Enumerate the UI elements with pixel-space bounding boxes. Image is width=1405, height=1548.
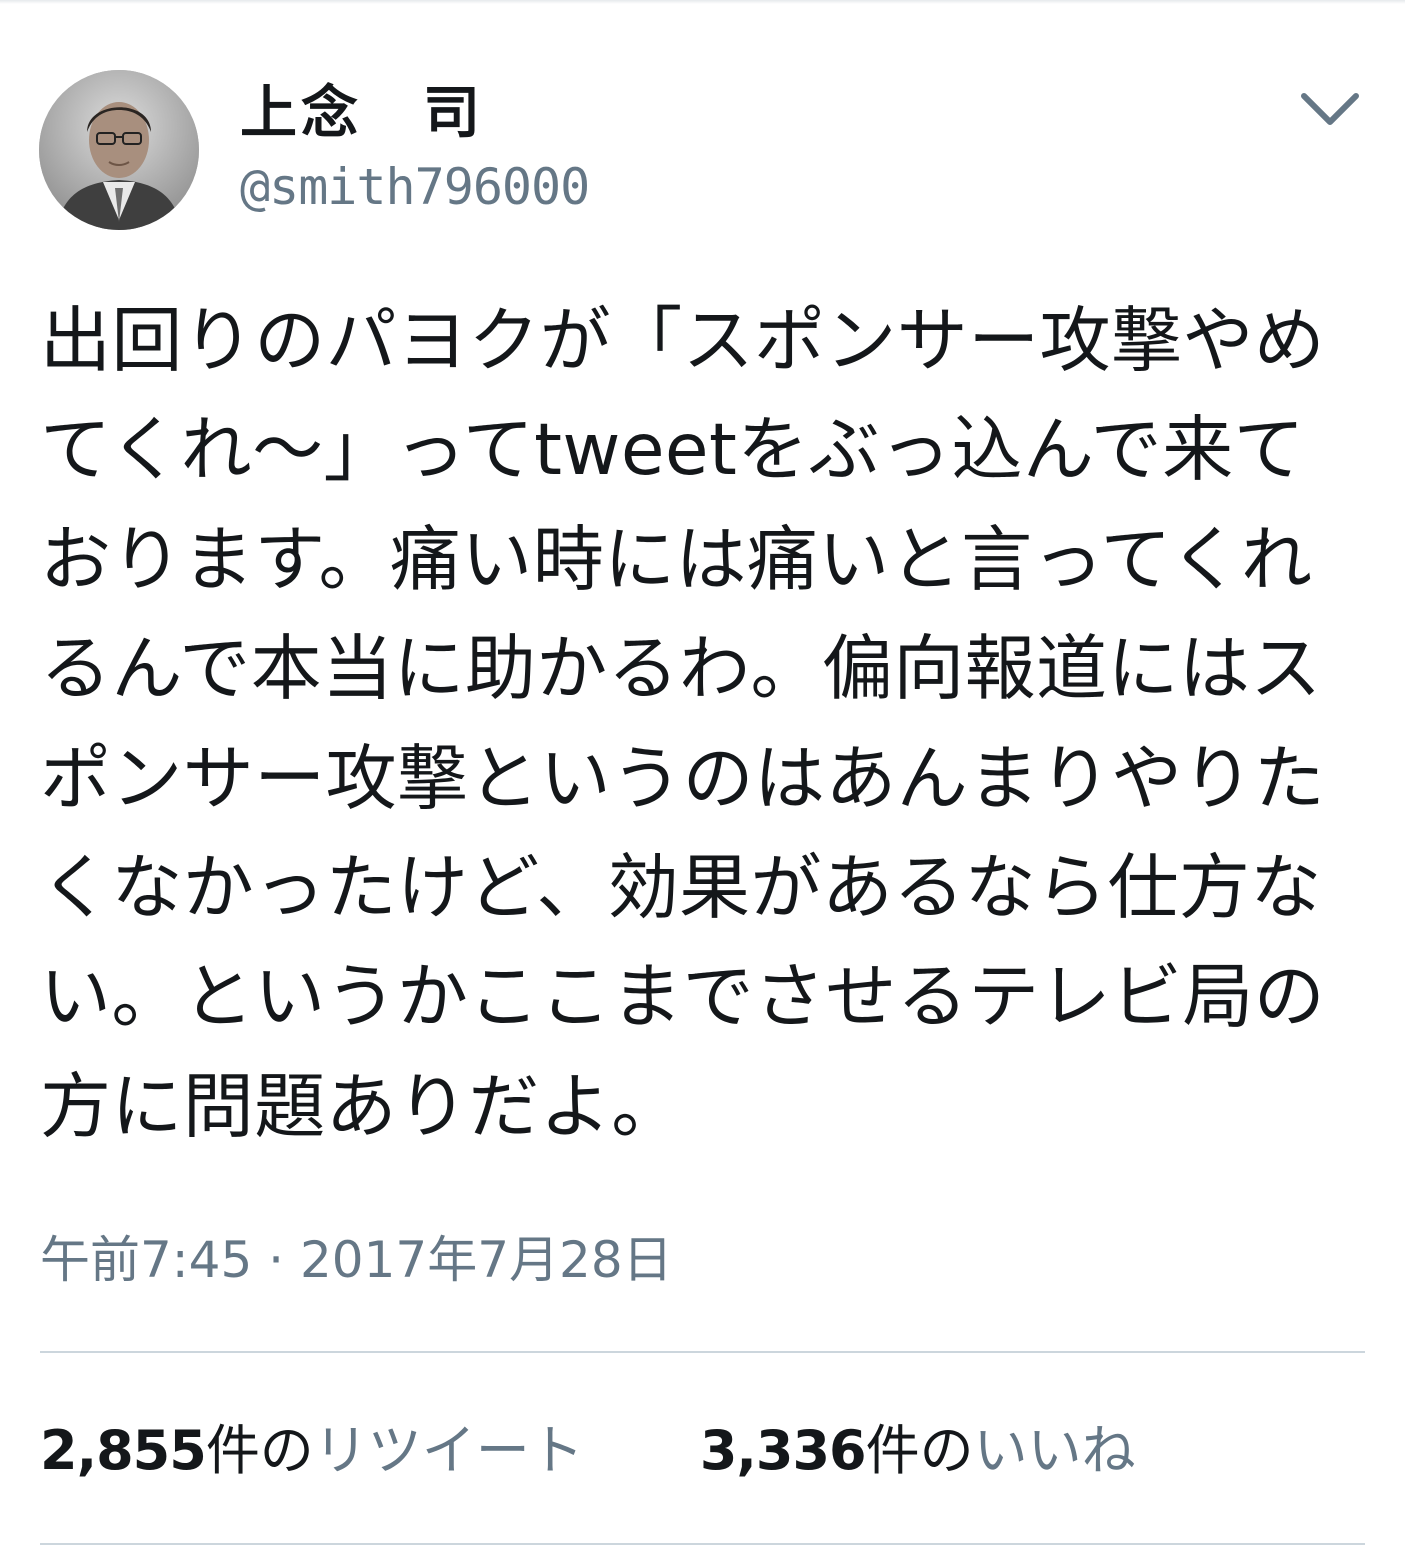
engagement-stats: 2,855 件の リツイート 3,336 件の いいね bbox=[40, 1415, 1136, 1487]
divider bbox=[40, 1543, 1365, 1545]
tweet-text-line: ポンサー攻撃というのはあんまりやりた bbox=[40, 736, 1326, 820]
tweet-detail: 上念 司 @smith796000 出回りのパヨクが「スポンサー攻撃やめ てくれ… bbox=[0, 0, 1405, 1548]
tweet-text-line: るんで本当に助かるわ。偏向報道にはス bbox=[40, 627, 1322, 711]
divider bbox=[40, 1351, 1365, 1353]
tweet-text: 出回りのパヨクが「スポンサー攻撃やめ てくれ～」ってtweetをぶっ込んで来て … bbox=[40, 286, 1365, 1161]
tweet-text-line: てくれ～」ってtweetをぶっ込んで来て bbox=[40, 408, 1305, 492]
likes-stat[interactable]: 3,336 件の いいね bbox=[700, 1415, 1136, 1487]
display-name[interactable]: 上念 司 bbox=[240, 80, 484, 146]
avatar[interactable] bbox=[39, 70, 199, 230]
retweet-unit: 件の bbox=[205, 1419, 314, 1482]
like-count: 3,336 bbox=[699, 1419, 867, 1482]
chevron-down-icon bbox=[1301, 93, 1359, 125]
tweet-text-line: おります。痛い時には痛いと言ってくれ bbox=[40, 517, 1313, 601]
tweet-text-line: くなかったけど、効果があるなら仕方な bbox=[40, 845, 1322, 929]
tweet-menu-button[interactable] bbox=[1290, 82, 1370, 142]
retweets-stat[interactable]: 2,855 件の リツイート bbox=[40, 1415, 584, 1487]
tweet-timestamp[interactable]: 午前7:45 · 2017年7月28日 bbox=[40, 1228, 673, 1292]
tweet-text-line: い。というかここまでさせるテレビ局の bbox=[40, 955, 1326, 1039]
retweet-count: 2,855 bbox=[40, 1419, 207, 1482]
like-unit: 件の bbox=[865, 1419, 974, 1482]
retweet-label: リツイート bbox=[313, 1419, 584, 1482]
tweet-text-line: 出回りのパヨクが「スポンサー攻撃やめ bbox=[40, 299, 1326, 382]
tweet-text-line: 方に問題ありだよ。 bbox=[40, 1064, 683, 1148]
like-label: いいね bbox=[973, 1419, 1136, 1482]
user-handle[interactable]: @smith796000 bbox=[240, 157, 590, 217]
avatar-photo bbox=[39, 70, 199, 230]
